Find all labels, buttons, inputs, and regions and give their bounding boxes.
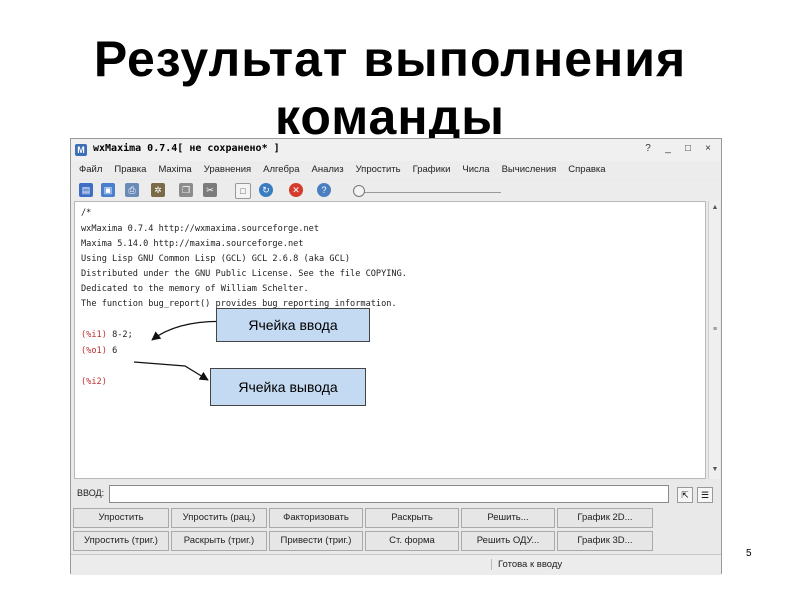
slide-title-line1: Результат выполнения <box>93 31 687 87</box>
menu-plotting[interactable]: Графики <box>413 161 451 179</box>
new-cell-icon[interactable]: □ <box>235 183 251 199</box>
input-bar: ВВОД: ⇱ ☰ <box>71 484 721 506</box>
stop-icon[interactable]: ✕ <box>289 183 303 197</box>
scroll-up-icon[interactable]: ▲ <box>710 203 720 213</box>
status-bar: Готова к вводу <box>71 554 721 575</box>
help-window-icon[interactable]: ? <box>641 142 655 156</box>
command-input[interactable] <box>109 485 669 503</box>
cell-label: (%o1) <box>81 346 107 356</box>
settings-icon[interactable]: ✲ <box>151 183 165 197</box>
slide-title: Результат выполнения команды <box>60 30 720 146</box>
menu-edit[interactable]: Правка <box>114 161 146 179</box>
menu-calculus[interactable]: Анализ <box>312 161 344 179</box>
menu-maxima[interactable]: Maxima <box>158 161 191 179</box>
simplify-rat-button[interactable]: Упростить (рац.) <box>171 508 267 528</box>
toolbar: ▤ ▣ ⎙ ✲ ❐ ✂ □ ↻ ✕ ? <box>71 180 721 202</box>
scroll-down-icon[interactable]: ▼ <box>710 465 720 475</box>
header-line: /* <box>81 208 92 218</box>
header-line: Using Lisp GNU Common Lisp (GCL) GCL 2.6… <box>81 254 351 264</box>
plot-3d-button[interactable]: График 3D... <box>557 531 653 551</box>
app-icon: M <box>75 144 87 156</box>
print-icon[interactable]: ⎙ <box>125 183 139 197</box>
cell-content: 8-2; <box>112 330 133 340</box>
copy-icon[interactable]: ❐ <box>179 183 193 197</box>
vertical-scrollbar[interactable]: ▲ ≡ ▼ <box>708 201 720 479</box>
minimize-icon[interactable]: _ <box>661 142 675 156</box>
input-cell-1[interactable]: (%i1) 8-2; <box>81 330 133 340</box>
header-line: Maxima 5.14.0 http://maxima.sourceforge.… <box>81 239 304 249</box>
trigexpand-button[interactable]: Раскрыть (триг.) <box>171 531 267 551</box>
maximize-icon[interactable]: □ <box>681 142 695 156</box>
input-icons: ⇱ ☰ <box>677 487 713 503</box>
rectform-button[interactable]: Ст. форма <box>365 531 459 551</box>
plot-2d-button[interactable]: График 2D... <box>557 508 653 528</box>
wxmaxima-window: M wxMaxima 0.7.4[ не сохранено* ] ? _ □ … <box>70 138 722 575</box>
solve-button[interactable]: Решить... <box>461 508 555 528</box>
simplify-button[interactable]: Упростить <box>73 508 169 528</box>
document-area[interactable]: /* wxMaxima 0.7.4 http://wxmaxima.source… <box>74 201 706 479</box>
input-cell-callout: Ячейка ввода <box>216 308 370 342</box>
status-text: Готова к вводу <box>491 559 562 570</box>
menu-file[interactable]: Файл <box>79 161 102 179</box>
menu-bar: Файл Правка Maxima Уравнения Алгебра Ана… <box>71 161 721 179</box>
page-number: 5 <box>746 548 752 559</box>
menu-numeric[interactable]: Числа <box>462 161 489 179</box>
window-title: wxMaxima 0.7.4[ не сохранено* ] <box>93 143 280 154</box>
output-cell-1: (%o1) 6 <box>81 346 117 356</box>
input-cell-2[interactable]: (%i2) <box>81 377 107 387</box>
header-line: wxMaxima 0.7.4 http://wxmaxima.sourcefor… <box>81 224 319 234</box>
menu-algebra[interactable]: Алгебра <box>263 161 299 179</box>
menu-help[interactable]: Справка <box>568 161 605 179</box>
help-icon[interactable]: ? <box>317 183 331 197</box>
cell-label: (%i1) <box>81 330 107 340</box>
trigsimp-button[interactable]: Упростить (триг.) <box>73 531 169 551</box>
history-icon[interactable]: ⇱ <box>677 487 693 503</box>
output-cell-callout: Ячейка вывода <box>210 368 366 406</box>
factor-button[interactable]: Факторизовать <box>269 508 363 528</box>
animation-slider-track[interactable] <box>361 192 501 193</box>
title-bar: M wxMaxima 0.7.4[ не сохранено* ] ? _ □ … <box>71 139 721 162</box>
trigreduce-button[interactable]: Привести (триг.) <box>269 531 363 551</box>
cell-content: 6 <box>112 346 118 356</box>
save-icon[interactable]: ▣ <box>101 183 115 197</box>
input-label: ВВОД: <box>77 488 105 498</box>
menu-simplify[interactable]: Упростить <box>356 161 401 179</box>
scroll-grip-icon[interactable]: ≡ <box>710 325 720 335</box>
cell-label: (%i2) <box>81 377 107 387</box>
window-controls: ? _ □ × <box>641 142 715 156</box>
link-icon[interactable]: ↻ <box>259 183 273 197</box>
cut-icon[interactable]: ✂ <box>203 183 217 197</box>
solve-ode-button[interactable]: Решить ОДУ... <box>461 531 555 551</box>
open-icon[interactable]: ▤ <box>79 183 93 197</box>
animation-slider-knob[interactable] <box>353 185 365 197</box>
expand-button[interactable]: Раскрыть <box>365 508 459 528</box>
close-icon[interactable]: × <box>701 142 715 156</box>
list-icon[interactable]: ☰ <box>697 487 713 503</box>
header-line: Dedicated to the memory of William Schel… <box>81 284 309 294</box>
menu-computations[interactable]: Вычисления <box>502 161 557 179</box>
header-line: Distributed under the GNU Public License… <box>81 269 407 279</box>
menu-equations[interactable]: Уравнения <box>204 161 251 179</box>
